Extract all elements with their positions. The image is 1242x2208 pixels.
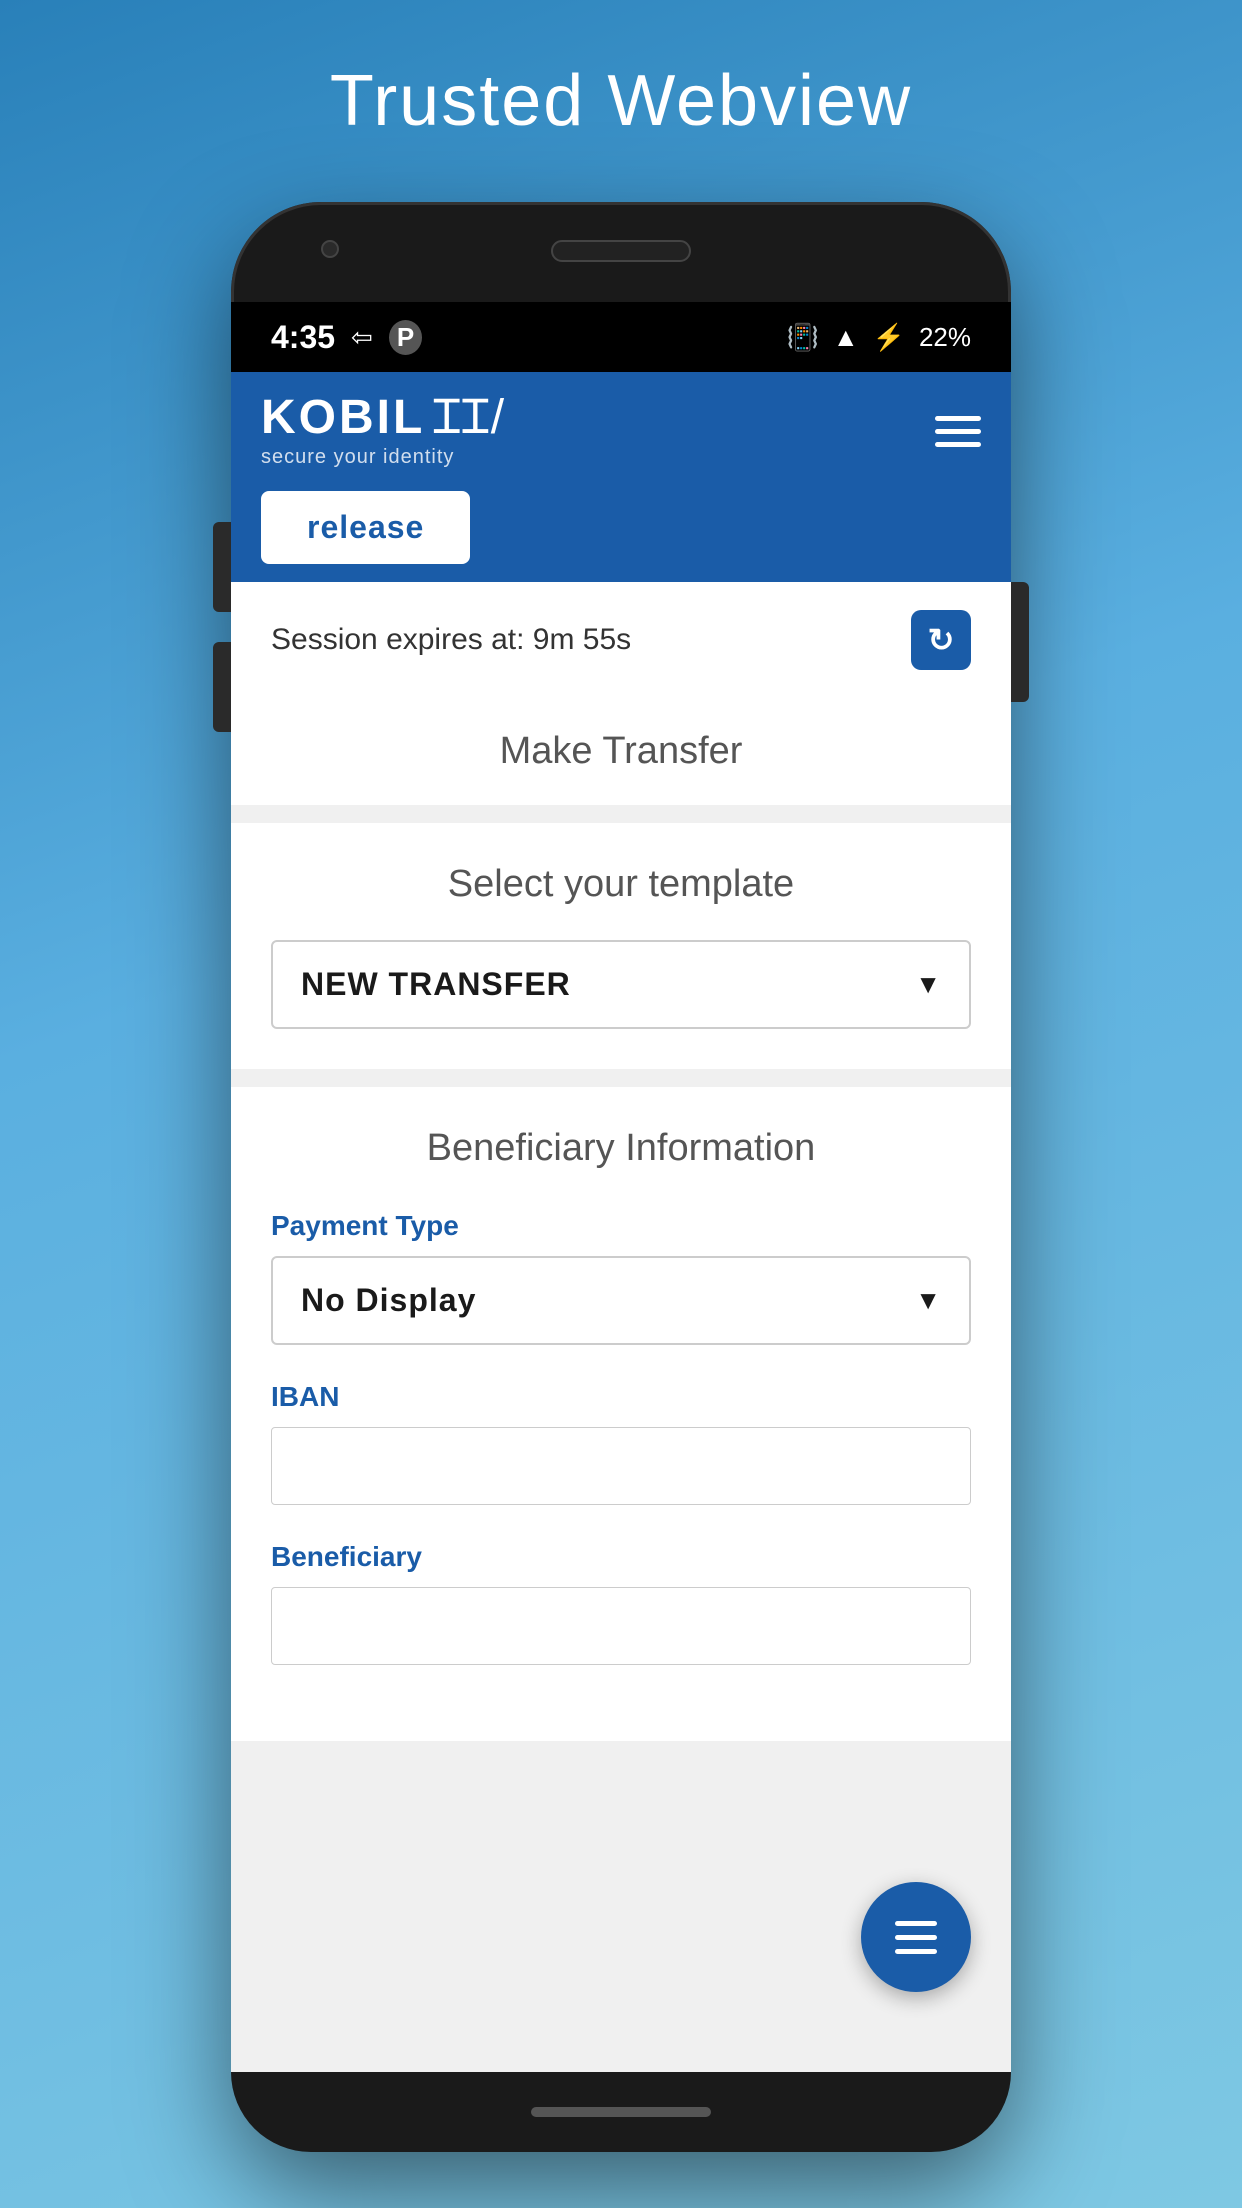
phone-shell: 4:35 ⇦ P 📳 ▲ ⚡ 22% KOBIL ꞮꞮ/ secur xyxy=(231,202,1011,2152)
template-section-title: Select your template xyxy=(271,863,971,906)
content-area: Session expires at: 9m 55s ↻ Make Transf… xyxy=(231,582,1011,2072)
template-section: Select your template NEW TRANSFER ▼ xyxy=(231,823,1011,1069)
payment-type-label: Payment Type xyxy=(271,1210,971,1242)
fab-line-1 xyxy=(895,1921,937,1926)
parking-icon: P xyxy=(389,320,422,355)
fab-button[interactable] xyxy=(861,1882,971,1992)
page-title: Trusted Webview xyxy=(330,60,912,142)
make-transfer-section: Make Transfer xyxy=(231,698,1011,805)
hamburger-line-2 xyxy=(935,429,981,434)
logo-slash-icon: ꞮꞮ/ xyxy=(433,394,506,442)
battery-icon: ⚡ xyxy=(873,322,905,353)
kobil-tagline: secure your identity xyxy=(261,446,506,469)
refresh-icon: ↻ xyxy=(928,621,955,659)
template-dropdown-arrow-icon: ▼ xyxy=(915,969,941,1000)
template-dropdown-value: NEW TRANSFER xyxy=(301,966,571,1003)
wifi-icon: ▲ xyxy=(833,322,859,353)
fab-line-2 xyxy=(895,1935,937,1940)
iban-label: IBAN xyxy=(271,1381,971,1413)
volume-down-button[interactable] xyxy=(213,642,231,732)
session-text: Session expires at: 9m 55s xyxy=(271,623,631,657)
kobil-header: KOBIL ꞮꞮ/ secure your identity xyxy=(231,372,1011,491)
payment-type-group: Payment Type No Display ▼ xyxy=(271,1210,971,1345)
speaker xyxy=(551,240,691,262)
nav-icon: ⇦ xyxy=(351,322,373,353)
hamburger-menu-button[interactable] xyxy=(935,416,981,447)
status-bar: 4:35 ⇦ P 📳 ▲ ⚡ 22% xyxy=(231,302,1011,372)
home-indicator xyxy=(531,2107,711,2117)
beneficiary-input[interactable] xyxy=(271,1587,971,1665)
logo-brand: KOBIL xyxy=(261,394,425,442)
status-icons: 📳 ▲ ⚡ 22% xyxy=(786,322,971,353)
template-dropdown[interactable]: NEW TRANSFER ▼ xyxy=(271,940,971,1029)
release-bar: release xyxy=(231,491,1011,582)
iban-input[interactable] xyxy=(271,1427,971,1505)
volume-up-button[interactable] xyxy=(213,522,231,612)
make-transfer-title: Make Transfer xyxy=(271,730,971,773)
fab-line-3 xyxy=(895,1949,937,1954)
hamburger-line-1 xyxy=(935,416,981,421)
iban-group: IBAN xyxy=(271,1381,971,1505)
vibrate-icon: 📳 xyxy=(786,322,818,353)
release-button[interactable]: release xyxy=(261,491,470,564)
page-wrapper: Trusted Webview 4:35 ⇦ P 📳 ▲ ⚡ 22% xyxy=(0,0,1242,2208)
fab-menu-icon xyxy=(895,1921,937,1954)
status-time: 4:35 xyxy=(271,319,335,356)
phone-bottom xyxy=(231,2072,1011,2152)
refresh-button[interactable]: ↻ xyxy=(911,610,971,670)
beneficiary-section-title: Beneficiary Information xyxy=(271,1127,971,1170)
phone-screen: KOBIL ꞮꞮ/ secure your identity release xyxy=(231,372,1011,2072)
kobil-logo-text: KOBIL ꞮꞮ/ xyxy=(261,394,506,442)
phone-top-bar xyxy=(231,202,1011,302)
battery-percent: 22% xyxy=(919,322,971,353)
beneficiary-section: Beneficiary Information Payment Type No … xyxy=(231,1087,1011,1741)
kobil-logo: KOBIL ꞮꞮ/ secure your identity xyxy=(261,394,506,469)
camera xyxy=(321,240,339,258)
beneficiary-group: Beneficiary xyxy=(271,1541,971,1665)
payment-type-dropdown[interactable]: No Display ▼ xyxy=(271,1256,971,1345)
power-button[interactable] xyxy=(1011,582,1029,702)
hamburger-line-3 xyxy=(935,442,981,447)
session-bar: Session expires at: 9m 55s ↻ xyxy=(231,582,1011,698)
beneficiary-label: Beneficiary xyxy=(271,1541,971,1573)
payment-type-arrow-icon: ▼ xyxy=(915,1285,941,1316)
payment-type-value: No Display xyxy=(301,1282,476,1319)
